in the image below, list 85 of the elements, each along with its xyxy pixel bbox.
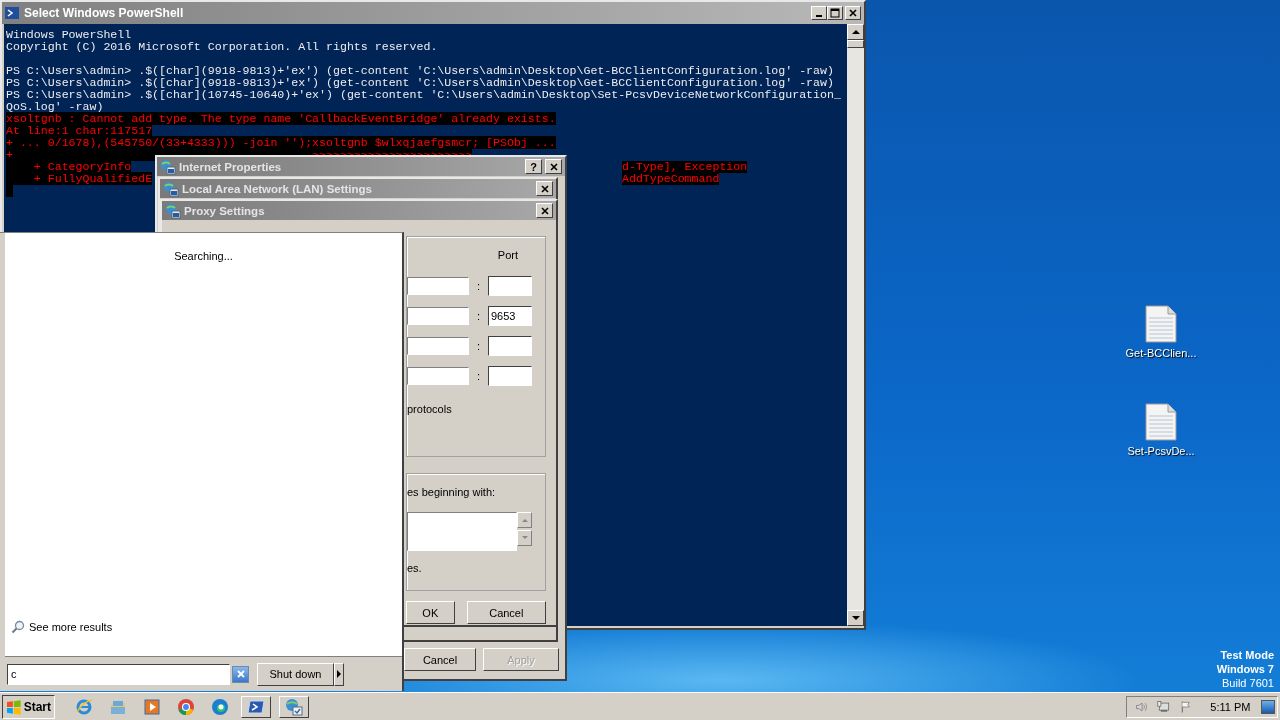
file-name[interactable]: Get-BCClien... <box>1125 347 1197 359</box>
port-field[interactable] <box>488 276 532 296</box>
network-globe-icon <box>285 697 303 716</box>
column-label: Port <box>497 249 518 261</box>
scrollbar[interactable] <box>847 24 864 626</box>
port-field[interactable]: 9653 <box>488 306 532 326</box>
down-arrow-icon <box>520 534 529 542</box>
os-info-text: Test Mode <box>1220 648 1274 662</box>
minimize-icon <box>816 15 822 17</box>
help-button[interactable]: ? <box>525 159 542 174</box>
close-icon <box>539 205 550 216</box>
search-icon <box>11 620 25 634</box>
exceptions-field[interactable] <box>407 512 517 551</box>
os-info-text: Build 7601 <box>1222 676 1274 690</box>
down-arrow-icon[interactable] <box>851 614 860 622</box>
window-title: Internet Properties <box>179 160 283 173</box>
up-arrow-icon[interactable] <box>851 28 860 36</box>
address-field[interactable] <box>407 277 469 295</box>
console-line: PS C:\Users\admin> .$([char](9918-9813)+'ex') (get-content 'C:\Users\admin\Desktop\Get-BCClientConfiguration.log' -raw) <box>6 64 834 77</box>
window-title: Proxy Settings <box>184 204 266 217</box>
file-name[interactable]: Set-PcsvDe... <box>1127 445 1195 457</box>
search-field[interactable]: c <box>7 663 230 685</box>
dialog-button[interactable]: Cancel <box>404 648 476 671</box>
browser-icon <box>75 697 93 716</box>
scroll-down-button[interactable] <box>517 530 532 546</box>
close-button[interactable] <box>845 6 861 20</box>
see-more-link[interactable]: See more results <box>29 621 113 633</box>
console-line: Windows PowerShell <box>6 28 132 41</box>
address-field[interactable] <box>407 367 469 385</box>
note-text: es. <box>407 562 423 574</box>
close-button[interactable] <box>545 159 562 174</box>
browser-icon <box>177 697 195 716</box>
separator-text: : <box>475 310 482 322</box>
window-title: Select Windows PowerShell <box>24 6 185 20</box>
network-icon[interactable] <box>1157 698 1170 715</box>
os-info-text: Windows 7 <box>1216 662 1274 676</box>
dialog-button[interactable]: OK <box>406 601 455 624</box>
maximize-button[interactable] <box>827 6 843 20</box>
port-field[interactable] <box>488 336 532 356</box>
scroll-up-button[interactable] <box>517 512 532 528</box>
up-arrow-icon <box>520 516 529 524</box>
shut-down-button[interactable]: Shut down <box>257 662 334 686</box>
show-desktop-button[interactable] <box>1260 699 1275 714</box>
console-line: Copyright (C) 2016 Microsoft Corporation. All rights reserved. <box>6 40 438 53</box>
browser-icon <box>211 697 229 716</box>
close-icon <box>235 669 246 679</box>
console-line: PS C:\Users\admin> .$([char](9918-9813)+'ex') (get-content 'C:\Users\admin\Desktop\Get-BCClientConfiguration.log' -raw) <box>6 76 834 89</box>
network-globe-icon <box>165 202 181 219</box>
close-icon <box>848 8 858 18</box>
powershell-icon <box>5 6 19 20</box>
dialog-button[interactable]: Cancel <box>466 601 546 624</box>
taskbar-app-button[interactable] <box>241 695 271 718</box>
address-field[interactable] <box>407 307 469 325</box>
maximize-icon <box>830 8 840 18</box>
taskbar-app-button[interactable] <box>279 695 309 718</box>
console-line: PS C:\Users\admin> .$([char](10745-10640)+'ex') (get-content 'C:\Users\admin\Desktop\Set-PcsvDeviceNetworkConfiguration_ <box>6 88 841 101</box>
media-player-icon <box>143 697 161 716</box>
text-file-icon[interactable] <box>1145 403 1177 441</box>
minimize-button[interactable] <box>811 6 827 20</box>
checkbox-label: protocols <box>407 403 453 415</box>
address-field[interactable] <box>407 337 469 355</box>
status-text: Searching... <box>174 250 233 262</box>
windows-logo-icon <box>6 698 22 715</box>
separator-text: : <box>475 340 482 352</box>
scroll-thumb[interactable] <box>847 40 864 48</box>
separator-text: : <box>475 370 482 382</box>
separator-text: : <box>475 280 482 292</box>
close-button[interactable] <box>536 203 553 218</box>
network-globe-icon <box>163 180 179 197</box>
console-line: QoS.log' -raw) <box>6 100 104 113</box>
clock[interactable]: 5:11 PM <box>1210 700 1251 713</box>
exceptions-label: es beginning with: <box>407 486 497 498</box>
network-globe-icon <box>160 158 176 175</box>
right-arrow-icon <box>336 670 342 678</box>
port-field[interactable] <box>488 366 532 386</box>
close-icon <box>539 183 550 194</box>
clear-button[interactable] <box>232 665 249 683</box>
terminal-icon <box>247 697 265 716</box>
text-cursor <box>6 185 13 197</box>
shut-down-options-button[interactable] <box>334 662 344 686</box>
start-button[interactable]: Start <box>2 694 55 719</box>
close-icon <box>548 161 559 172</box>
window-title: Local Area Network (LAN) Settings <box>182 182 373 195</box>
text-file-icon[interactable] <box>1145 305 1177 343</box>
close-button[interactable] <box>536 181 553 196</box>
